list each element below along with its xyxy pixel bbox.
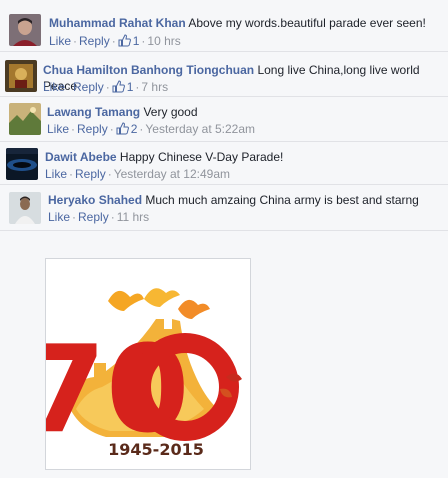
- commenter-name[interactable]: Heryako Shahed: [48, 193, 142, 207]
- comment-text: Above my words.beautiful parade ever see…: [188, 16, 426, 30]
- attached-photo-area: 70 1945-2015: [0, 231, 448, 478]
- comment-item: Chua Hamilton Banhong Tiongchuan Long li…: [0, 52, 448, 97]
- separator: ·: [72, 210, 77, 224]
- like-link[interactable]: Like: [47, 122, 69, 136]
- reply-link[interactable]: Reply: [79, 34, 110, 48]
- like-link[interactable]: Like: [49, 34, 71, 48]
- comment-actions: Like · Reply · 1 · 7 hrs: [43, 79, 168, 97]
- thumbs-up-icon[interactable]: [112, 80, 125, 97]
- avatar[interactable]: [9, 103, 41, 135]
- thumbs-up-icon[interactable]: [116, 122, 129, 139]
- comment-body: Dawit Abebe Happy Chinese V-Day Parade!: [45, 149, 440, 165]
- separator: ·: [67, 80, 72, 94]
- like-link[interactable]: Like: [43, 80, 65, 94]
- commenter-name[interactable]: Lawang Tamang: [47, 105, 140, 119]
- comment-body: Muhammad Rahat Khan Above my words.beaut…: [49, 15, 444, 31]
- comment-item: Heryako Shahed Much much amzaing China a…: [0, 185, 448, 231]
- separator: ·: [111, 34, 116, 48]
- thumbs-up-icon[interactable]: [118, 34, 131, 51]
- comments-panel: Muhammad Rahat Khan Above my words.beaut…: [0, 0, 448, 478]
- reply-link[interactable]: Reply: [77, 122, 108, 136]
- comment-item: Muhammad Rahat Khan Above my words.beaut…: [0, 6, 448, 52]
- separator: ·: [110, 210, 115, 224]
- comment-body: Heryako Shahed Much much amzaing China a…: [48, 192, 443, 208]
- comment-actions: Like · Reply · 2 · Yesterday at 5:22am: [47, 121, 255, 139]
- comment-text: Happy Chinese V-Day Parade!: [119, 150, 284, 164]
- commenter-name[interactable]: Chua Hamilton Banhong Tiongchuan: [43, 63, 254, 77]
- comment-actions: Like · Reply · Yesterday at 12:49am: [45, 166, 230, 182]
- separator: ·: [71, 122, 76, 136]
- avatar[interactable]: [5, 60, 37, 92]
- comment-body: Lawang Tamang Very good: [47, 104, 442, 120]
- commenter-name[interactable]: Dawit Abebe: [45, 150, 117, 164]
- comment-text: Very good: [143, 105, 198, 119]
- separator: ·: [105, 80, 110, 94]
- separator: ·: [69, 167, 74, 181]
- like-link[interactable]: Like: [48, 210, 70, 224]
- separator: ·: [73, 34, 78, 48]
- comment-actions: Like · Reply · 1 · 10 hrs: [49, 33, 181, 51]
- anniversary-years: 1945-2015: [108, 440, 204, 459]
- reply-link[interactable]: Reply: [75, 167, 106, 181]
- avatar[interactable]: [9, 14, 41, 46]
- timestamp[interactable]: 7 hrs: [141, 80, 168, 94]
- comment-actions: Like · Reply · 11 hrs: [48, 209, 149, 225]
- commenter-name[interactable]: Muhammad Rahat Khan: [49, 16, 186, 30]
- timestamp[interactable]: 10 hrs: [147, 34, 180, 48]
- avatar[interactable]: [6, 148, 38, 180]
- avatar[interactable]: [9, 192, 41, 224]
- reply-link[interactable]: Reply: [73, 80, 104, 94]
- timestamp[interactable]: Yesterday at 5:22am: [145, 122, 255, 136]
- comment-item: Dawit Abebe Happy Chinese V-Day Parade! …: [0, 142, 448, 185]
- timestamp[interactable]: Yesterday at 12:49am: [114, 167, 230, 181]
- separator: ·: [107, 167, 112, 181]
- attached-photo[interactable]: 70 1945-2015: [23, 258, 251, 470]
- anniversary-logo: 70 1945-2015: [23, 259, 250, 469]
- separator: ·: [109, 122, 114, 136]
- reply-link[interactable]: Reply: [78, 210, 109, 224]
- comment-item: Lawang Tamang Very good Like · Reply · 2 · Yes…: [0, 97, 448, 142]
- like-link[interactable]: Like: [45, 167, 67, 181]
- timestamp[interactable]: 11 hrs: [117, 210, 149, 224]
- comment-text: Much much amzaing China army is best and…: [145, 193, 419, 207]
